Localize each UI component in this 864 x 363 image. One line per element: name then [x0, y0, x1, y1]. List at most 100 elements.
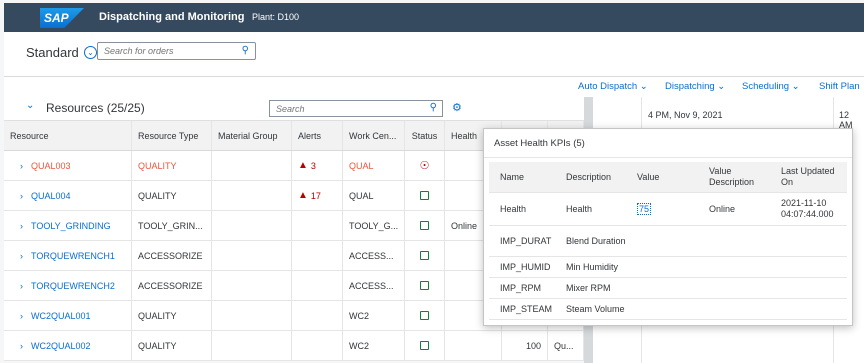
kpi-description: Health: [566, 203, 593, 214]
resource-type: ACCESSORIZE: [132, 241, 212, 270]
shell-bar: SAP Dispatching and Monitoring Plant: D1…: [4, 3, 864, 32]
work-center: WC2: [343, 301, 405, 330]
column-header-resource-type[interactable]: Resource Type: [132, 121, 212, 150]
resource-down-icon: ☉: [419, 160, 430, 172]
chevron-right-icon[interactable]: ›: [20, 251, 23, 261]
resource-name[interactable]: WC2QUAL001: [31, 311, 91, 321]
resource-name[interactable]: TOOLY_GRINDING: [31, 221, 111, 231]
chevron-right-icon[interactable]: ›: [20, 341, 23, 351]
resource-cell[interactable]: › QUAL003: [4, 151, 132, 180]
material-group: [212, 211, 292, 240]
column-header-work-center[interactable]: Work Cen...: [343, 121, 405, 150]
plant-label: Plant: D100: [252, 12, 300, 22]
kpi-description: Steam Volume: [566, 303, 625, 314]
alerts-cell[interactable]: [292, 301, 343, 330]
material-group: [212, 301, 292, 330]
resources-title: Resources (25/25): [46, 101, 145, 115]
resource-cell[interactable]: › TORQUEWRENCH2: [4, 271, 132, 300]
column-header-material-group[interactable]: Material Group: [212, 121, 292, 150]
column-header-status[interactable]: Status: [405, 121, 445, 150]
kpi-name: IMP_DURAT: [500, 236, 552, 246]
work-center: ACCESS...: [343, 241, 405, 270]
resource-name[interactable]: TORQUEWRENCH1: [31, 251, 115, 261]
alerts-cell[interactable]: [292, 241, 343, 270]
chevron-right-icon[interactable]: ›: [20, 221, 23, 231]
alerts-cell[interactable]: [292, 331, 343, 360]
resource-available-icon: [420, 341, 429, 350]
resource-available-icon: [420, 191, 429, 200]
chevron-right-icon[interactable]: ›: [20, 281, 23, 291]
resource-search-input[interactable]: [270, 101, 410, 116]
chevron-down-icon[interactable]: ⌄: [84, 46, 97, 59]
alerts-cell[interactable]: [292, 271, 343, 300]
alerts-cell[interactable]: ▲ 3: [292, 151, 343, 180]
status-cell[interactable]: [405, 271, 445, 300]
auto-dispatch-menu[interactable]: Auto Dispatch ⌄: [578, 81, 648, 92]
chevron-right-icon[interactable]: ›: [20, 191, 23, 201]
order-search-input[interactable]: [98, 43, 228, 59]
column-header-alerts[interactable]: Alerts: [292, 121, 343, 150]
column-header-resource[interactable]: Resource: [4, 121, 132, 150]
status-cell[interactable]: [405, 331, 445, 360]
warning-icon: ▲: [298, 190, 308, 201]
chevron-right-icon[interactable]: ›: [20, 311, 23, 321]
kpi-row: IMP_HUMID Min Humidity: [489, 257, 847, 278]
resource-name[interactable]: QUAL003: [31, 161, 71, 171]
resource-available-icon: [420, 251, 429, 260]
app-title: Dispatching and Monitoring: [99, 11, 245, 23]
resource-available-icon: [420, 281, 429, 290]
work-center: QUAL: [343, 181, 405, 210]
search-icon[interactable]: ⚲: [430, 102, 437, 113]
kpi-column-value-description: Value Description: [709, 166, 755, 187]
kpi-last-updated: 2021-11-10 04:07:44.000: [781, 198, 834, 219]
alerts-cell[interactable]: [292, 211, 343, 240]
kpi-column-last-updated: Last Updated On: [781, 166, 835, 187]
resource-cell[interactable]: › WC2QUAL001: [4, 301, 132, 330]
resource-search-field[interactable]: ⚲: [269, 100, 443, 117]
status-cell[interactable]: [405, 181, 445, 210]
chevron-right-icon[interactable]: ›: [20, 161, 23, 171]
sap-logo[interactable]: SAP: [40, 8, 84, 28]
kpi-row: IMP_RPM Mixer RPM: [489, 278, 847, 299]
divider: [484, 157, 852, 158]
alert-count: 17: [310, 190, 321, 201]
status-cell[interactable]: [405, 241, 445, 270]
resource-type: QUALITY: [132, 301, 212, 330]
resource-cell[interactable]: › TOOLY_GRINDING: [4, 211, 132, 240]
gear-icon[interactable]: ⚙: [452, 101, 462, 114]
extra-cell: 100: [502, 331, 548, 360]
kpi-last-updated: [781, 278, 845, 298]
variant-title[interactable]: Standard: [26, 45, 79, 60]
alert-count: 3: [310, 160, 316, 171]
kpi-description: Blend Duration: [566, 235, 626, 246]
resource-cell[interactable]: › WC2QUAL002: [4, 331, 132, 360]
status-cell[interactable]: [405, 211, 445, 240]
status-cell[interactable]: ☉: [405, 151, 445, 180]
kpi-last-updated: [781, 299, 845, 319]
order-search-field[interactable]: ⚲: [97, 42, 256, 60]
kpi-column-description: Description: [566, 171, 612, 182]
health-cell[interactable]: [445, 331, 502, 360]
status-cell[interactable]: [405, 301, 445, 330]
extra2-cell: Qu...: [548, 331, 584, 360]
kpi-column-value: Value: [637, 172, 660, 182]
search-icon[interactable]: ⚲: [242, 45, 249, 56]
asset-health-popover: Asset Health KPIs (5) Name Description V…: [483, 128, 853, 326]
resource-cell[interactable]: › TORQUEWRENCH1: [4, 241, 132, 270]
alerts-cell[interactable]: ▲ 17: [292, 181, 343, 210]
dispatching-menu[interactable]: Dispatching ⌄: [665, 81, 725, 92]
resource-available-icon: [420, 221, 429, 230]
resource-cell[interactable]: › QUAL004: [4, 181, 132, 210]
shift-plan-menu[interactable]: Shift Plan: [819, 81, 860, 92]
scheduling-menu[interactable]: Scheduling ⌄: [742, 81, 800, 92]
kpi-table-header: Name Description Value Value Description…: [489, 162, 847, 193]
toolbar: Auto Dispatch ⌄ Dispatching ⌄ Scheduling…: [4, 77, 864, 97]
table-row[interactable]: › WC2QUAL002 QUALITY WC2 100 Qu...: [4, 331, 584, 361]
resource-name[interactable]: TORQUEWRENCH2: [31, 281, 115, 291]
resources-header: ⌄ Resources (25/25) ⚲ ⚙: [4, 97, 584, 120]
resource-name[interactable]: WC2QUAL002: [31, 341, 91, 351]
kpi-row: IMP_STEAM Steam Volume: [489, 299, 847, 320]
collapse-chevron-icon[interactable]: ⌄: [26, 100, 34, 111]
kpi-value-link[interactable]: 75: [637, 203, 652, 215]
resource-name[interactable]: QUAL004: [31, 191, 71, 201]
